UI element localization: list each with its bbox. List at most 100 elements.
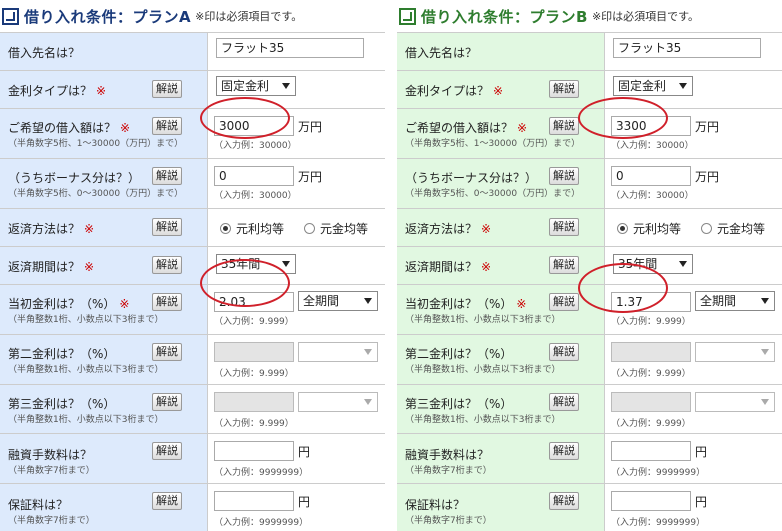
loan-fee-sublabel: （半角数字7桁まで） bbox=[405, 466, 492, 477]
rate-type-select[interactable]: 固定金利 bbox=[613, 76, 693, 96]
third-rate-period-select[interactable] bbox=[695, 391, 775, 412]
bonus-help-button[interactable]: 解説 bbox=[152, 166, 182, 185]
repayment-period-select[interactable]: 35年間 bbox=[613, 253, 693, 274]
second-rate-hint: （入力例：9.999） bbox=[611, 368, 691, 379]
rate-type-label: 金利タイプは？ ※ bbox=[8, 84, 107, 98]
loan-fee-sublabel: （半角数字7桁まで） bbox=[8, 466, 95, 477]
initial-rate-input[interactable]: 2.03 bbox=[214, 291, 294, 312]
rate-type-row: 金利タイプは？ ※ 解説 固定金利 bbox=[0, 71, 385, 109]
initial-rate-period-select[interactable]: 全期間 bbox=[298, 290, 378, 311]
required-note-text: ※印は必須項目です。 bbox=[195, 10, 303, 23]
initial-rate-input[interactable]: 1.37 bbox=[611, 291, 691, 312]
rate-type-help-button[interactable]: 解説 bbox=[549, 80, 579, 98]
dropdown-arrow-icon bbox=[282, 83, 290, 89]
guarantee-fee-input[interactable] bbox=[214, 491, 294, 512]
repayment-method-label: 返済方法は？ ※ bbox=[405, 221, 492, 236]
loan-amount-unit: 万円 bbox=[298, 120, 323, 134]
second-rate-hint: （入力例：9.999） bbox=[214, 368, 294, 379]
required-mark: ※ bbox=[96, 84, 107, 98]
bonus-help-button[interactable]: 解説 bbox=[549, 166, 579, 185]
second-rate-input[interactable] bbox=[611, 341, 691, 362]
guarantee-fee-help-button[interactable]: 解説 bbox=[152, 492, 182, 511]
required-note: ※印は必須項目です。 bbox=[195, 8, 302, 24]
dropdown-arrow-icon bbox=[679, 83, 687, 89]
plan-b-title: 借り入れ条件：プランB bbox=[421, 7, 588, 26]
required-mark: ※ bbox=[119, 296, 130, 311]
required-note: ※印は必須項目です。 bbox=[592, 8, 699, 24]
third-rate-hint: （入力例：9.999） bbox=[611, 418, 691, 429]
required-mark: ※ bbox=[120, 121, 131, 135]
bonus-input[interactable]: 0 bbox=[214, 165, 294, 186]
third-rate-row: 第三金利は？（%） （半角整数1桁、小数点以下3桁まで） 解説 （入力例：9.9… bbox=[0, 384, 385, 435]
loan-amount-label: ご希望の借入額は？ ※ bbox=[405, 121, 528, 135]
loan-fee-unit: 円 bbox=[298, 445, 311, 460]
required-mark: ※ bbox=[516, 296, 527, 311]
required-note-text: ※印は必須項目です。 bbox=[591, 10, 700, 23]
third-rate-help-button[interactable]: 解説 bbox=[549, 392, 579, 411]
lender-input[interactable]: フラット35 bbox=[216, 38, 364, 58]
checkbox-arrow-icon bbox=[2, 7, 19, 25]
dropdown-arrow-icon bbox=[761, 297, 769, 304]
guarantee-fee-label: 保証料は？ bbox=[8, 498, 69, 513]
loan-fee-help-button[interactable]: 解説 bbox=[549, 442, 579, 461]
dropdown-arrow-icon bbox=[364, 297, 372, 304]
dropdown-arrow-icon bbox=[364, 348, 372, 355]
lender-row: 借入先名は？ フラット35 bbox=[0, 33, 385, 71]
lender-input[interactable]: フラット35 bbox=[613, 38, 761, 58]
guarantee-fee-help-button[interactable]: 解説 bbox=[549, 492, 579, 511]
loan-amount-sublabel: （半角数字5桁、1～30000（万円）まで） bbox=[8, 139, 184, 149]
initial-rate-row: 当初金利は？（%） ※ （半角整数1桁、小数点以下3桁まで） 解説 1.37 全期… bbox=[397, 284, 782, 335]
radio-option-1[interactable]: 元利均等 bbox=[220, 220, 284, 237]
repayment-period-help-button[interactable]: 解説 bbox=[152, 255, 182, 274]
second-rate-period-select[interactable] bbox=[298, 341, 378, 362]
loan-amount-label: ご希望の借入額は？ ※ bbox=[8, 121, 131, 135]
second-rate-help-button[interactable]: 解説 bbox=[549, 342, 579, 361]
loan-fee-input[interactable] bbox=[611, 441, 691, 462]
initial-rate-row: 当初金利は？（%） ※ （半角整数1桁、小数点以下3桁まで） 解説 2.03 全期… bbox=[0, 284, 385, 335]
rate-type-row: 金利タイプは？ ※ 解説 固定金利 bbox=[397, 71, 782, 109]
loan-fee-row: 融資手数料は？ （半角数字7桁まで） 解説 円 （入力例：9999999） bbox=[397, 434, 782, 485]
repayment-period-help-button[interactable]: 解説 bbox=[549, 255, 579, 274]
repayment-method-help-button[interactable]: 解説 bbox=[549, 217, 579, 236]
third-rate-help-button[interactable]: 解説 bbox=[152, 392, 182, 411]
third-rate-input[interactable] bbox=[214, 391, 294, 412]
radio-option-2[interactable]: 元金均等 bbox=[304, 220, 368, 237]
initial-rate-period-select[interactable]: 全期間 bbox=[695, 290, 775, 311]
loan-amount-help-button[interactable]: 解説 bbox=[152, 117, 182, 135]
radio-option-1[interactable]: 元利均等 bbox=[617, 220, 681, 237]
loan-amount-input[interactable]: 3300 bbox=[611, 116, 691, 136]
guarantee-fee-label: 保証料は？ bbox=[405, 498, 466, 513]
radio-checked-icon bbox=[220, 222, 231, 234]
bonus-unit: 万円 bbox=[695, 169, 720, 184]
loan-fee-label: 融資手数料は？ bbox=[8, 448, 93, 463]
initial-rate-help-button[interactable]: 解説 bbox=[549, 292, 579, 311]
lender-label: 借入先名は？ bbox=[405, 46, 478, 60]
second-rate-input[interactable] bbox=[214, 341, 294, 362]
bonus-row: （うちボーナス分は？） （半角数字5桁、0～30000（万円）まで） 解説 0 … bbox=[0, 158, 385, 209]
rate-type-select[interactable]: 固定金利 bbox=[216, 76, 296, 96]
loan-fee-input[interactable] bbox=[214, 441, 294, 462]
bonus-label: （うちボーナス分は？） bbox=[8, 170, 141, 185]
bonus-sublabel: （半角数字5桁、0～30000（万円）まで） bbox=[8, 188, 184, 199]
plan-a-title: 借り入れ条件：プランA bbox=[24, 7, 192, 26]
bonus-input[interactable]: 0 bbox=[611, 165, 691, 186]
loan-amount-input[interactable]: 3000 bbox=[214, 116, 294, 136]
initial-rate-help-button[interactable]: 解説 bbox=[152, 292, 182, 311]
second-rate-help-button[interactable]: 解説 bbox=[152, 342, 182, 361]
bonus-hint: （入力例：30000） bbox=[611, 190, 694, 201]
initial-rate-sublabel: （半角整数1桁、小数点以下3桁まで） bbox=[405, 314, 561, 325]
radio-option-2[interactable]: 元金均等 bbox=[701, 220, 765, 237]
loan-amount-help-button[interactable]: 解説 bbox=[549, 117, 579, 135]
repayment-method-help-button[interactable]: 解説 bbox=[152, 217, 182, 236]
repayment-period-label: 返済期間は？ ※ bbox=[405, 259, 492, 274]
guarantee-fee-input[interactable] bbox=[611, 491, 691, 512]
third-rate-period-select[interactable] bbox=[298, 391, 378, 412]
loan-fee-help-button[interactable]: 解説 bbox=[152, 442, 182, 461]
guarantee-fee-hint: （入力例：9999999） bbox=[611, 518, 706, 529]
second-rate-period-select[interactable] bbox=[695, 341, 775, 362]
third-rate-sublabel: （半角整数1桁、小数点以下3桁まで） bbox=[405, 414, 561, 425]
third-rate-input[interactable] bbox=[611, 391, 691, 412]
initial-rate-label: 当初金利は？（%） ※ bbox=[8, 296, 130, 311]
rate-type-help-button[interactable]: 解説 bbox=[152, 80, 182, 98]
repayment-period-select[interactable]: 35年間 bbox=[216, 253, 296, 274]
